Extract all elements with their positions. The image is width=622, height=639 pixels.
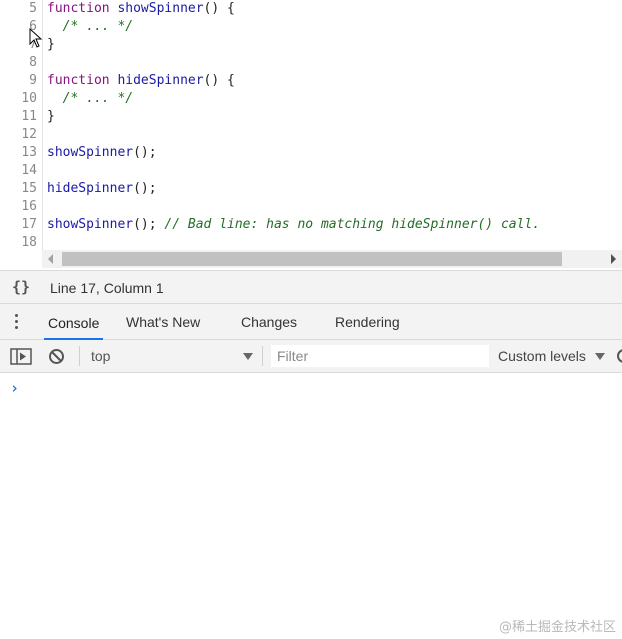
scroll-left-arrow-icon[interactable] bbox=[48, 254, 53, 264]
scroll-right-arrow-icon[interactable] bbox=[611, 254, 616, 264]
code-token: function bbox=[47, 1, 110, 16]
code-token: () { bbox=[203, 73, 235, 88]
console-toolbar: top Custom levels bbox=[0, 340, 622, 373]
code-token: showSpinner bbox=[47, 217, 134, 232]
code-token: hideSpinner bbox=[117, 73, 204, 88]
line-number[interactable]: 11 bbox=[0, 108, 37, 126]
line-number[interactable]: 16 bbox=[0, 198, 37, 216]
code-text: function showSpinner() { bbox=[47, 0, 235, 18]
code-line[interactable]: 17 showSpinner(); // Bad line: has no mat… bbox=[0, 216, 622, 234]
toolbar-divider bbox=[79, 346, 80, 366]
code-text: showSpinner(); bbox=[47, 144, 157, 162]
clear-console-icon[interactable] bbox=[48, 348, 65, 365]
code-line[interactable]: 13 showSpinner(); bbox=[0, 144, 622, 162]
code-line[interactable]: 6 /* ... */ bbox=[0, 18, 622, 36]
line-number[interactable]: 9 bbox=[0, 72, 37, 90]
code-line[interactable]: 18 bbox=[0, 234, 622, 250]
code-token: } bbox=[47, 109, 55, 124]
mouse-cursor-icon bbox=[29, 28, 43, 48]
line-number[interactable]: 14 bbox=[0, 162, 37, 180]
code-token: (); bbox=[133, 217, 165, 232]
console-output[interactable]: › bbox=[0, 373, 622, 639]
line-number[interactable]: 15 bbox=[0, 180, 37, 198]
line-number[interactable]: 18 bbox=[0, 234, 37, 250]
scrollbar-thumb[interactable] bbox=[62, 252, 562, 266]
tab-changes[interactable]: Changes bbox=[237, 304, 301, 340]
code-line[interactable]: 12 bbox=[0, 126, 622, 144]
code-line[interactable]: 9 function hideSpinner() { bbox=[0, 72, 622, 90]
tab-rendering[interactable]: Rendering bbox=[331, 304, 404, 340]
line-number[interactable]: 12 bbox=[0, 126, 37, 144]
drawer-tab-bar: Console What's New Changes Rendering bbox=[0, 304, 622, 340]
tab-console[interactable]: Console bbox=[44, 304, 104, 340]
code-token: } bbox=[47, 37, 55, 52]
line-number[interactable]: 13 bbox=[0, 144, 37, 162]
code-line[interactable]: 10 /* ... */ bbox=[0, 90, 622, 108]
code-token: /* ... */ bbox=[62, 19, 134, 34]
code-token: // Bad line: has no matching hideSpinner… bbox=[164, 217, 541, 232]
tab-whats-new[interactable]: What's New bbox=[122, 304, 204, 340]
chevron-down-icon[interactable] bbox=[595, 353, 605, 360]
code-line[interactable]: 8 bbox=[0, 54, 622, 72]
source-editor[interactable]: 5 function showSpinner() {6 /* ... */7} 8 9… bbox=[0, 0, 622, 250]
settings-gear-icon[interactable] bbox=[616, 348, 622, 364]
code-line[interactable]: 16 bbox=[0, 198, 622, 216]
code-token: (); bbox=[133, 145, 157, 160]
code-line[interactable]: 11} bbox=[0, 108, 622, 126]
code-text: function hideSpinner() { bbox=[47, 72, 235, 90]
code-text: /* ... */ bbox=[47, 18, 133, 36]
editor-status-bar: {} Line 17, Column 1 bbox=[0, 270, 622, 304]
line-number[interactable]: 17 bbox=[0, 216, 37, 234]
code-token: function bbox=[47, 73, 110, 88]
horizontal-scrollbar[interactable] bbox=[42, 250, 622, 268]
code-token: (); bbox=[133, 181, 157, 196]
pretty-print-icon[interactable]: {} bbox=[12, 278, 30, 296]
code-token: showSpinner bbox=[47, 145, 134, 160]
toolbar-divider bbox=[262, 346, 263, 366]
line-number[interactable]: 10 bbox=[0, 90, 37, 108]
code-text: hideSpinner(); bbox=[47, 180, 157, 198]
line-number[interactable]: 5 bbox=[0, 0, 37, 18]
line-number[interactable]: 8 bbox=[0, 54, 37, 72]
code-text: } bbox=[47, 36, 55, 54]
watermark: @稀土掘金技术社区 bbox=[498, 620, 616, 635]
code-token: showSpinner bbox=[117, 1, 204, 16]
code-token: /* ... */ bbox=[62, 91, 134, 106]
cursor-position: Line 17, Column 1 bbox=[50, 280, 164, 296]
code-line[interactable]: 7} bbox=[0, 36, 622, 54]
more-vert-icon[interactable] bbox=[15, 314, 19, 330]
code-line[interactable]: 15 hideSpinner(); bbox=[0, 180, 622, 198]
code-token: () { bbox=[203, 1, 235, 16]
sidebar-toggle-icon[interactable] bbox=[10, 348, 32, 365]
code-token: hideSpinner bbox=[47, 181, 134, 196]
log-levels-dropdown[interactable]: Custom levels bbox=[498, 348, 586, 364]
context-selector[interactable]: top bbox=[91, 348, 110, 364]
code-line[interactable]: 5 function showSpinner() { bbox=[0, 0, 622, 18]
console-prompt-icon[interactable]: › bbox=[10, 379, 19, 397]
dropdown-arrow-icon[interactable] bbox=[243, 353, 253, 360]
code-text: showSpinner(); // Bad line: has no match… bbox=[47, 216, 540, 234]
code-line[interactable]: 14 bbox=[0, 162, 622, 180]
filter-input[interactable] bbox=[271, 345, 489, 367]
code-text: /* ... */ bbox=[47, 90, 133, 108]
code-text: } bbox=[47, 108, 55, 126]
